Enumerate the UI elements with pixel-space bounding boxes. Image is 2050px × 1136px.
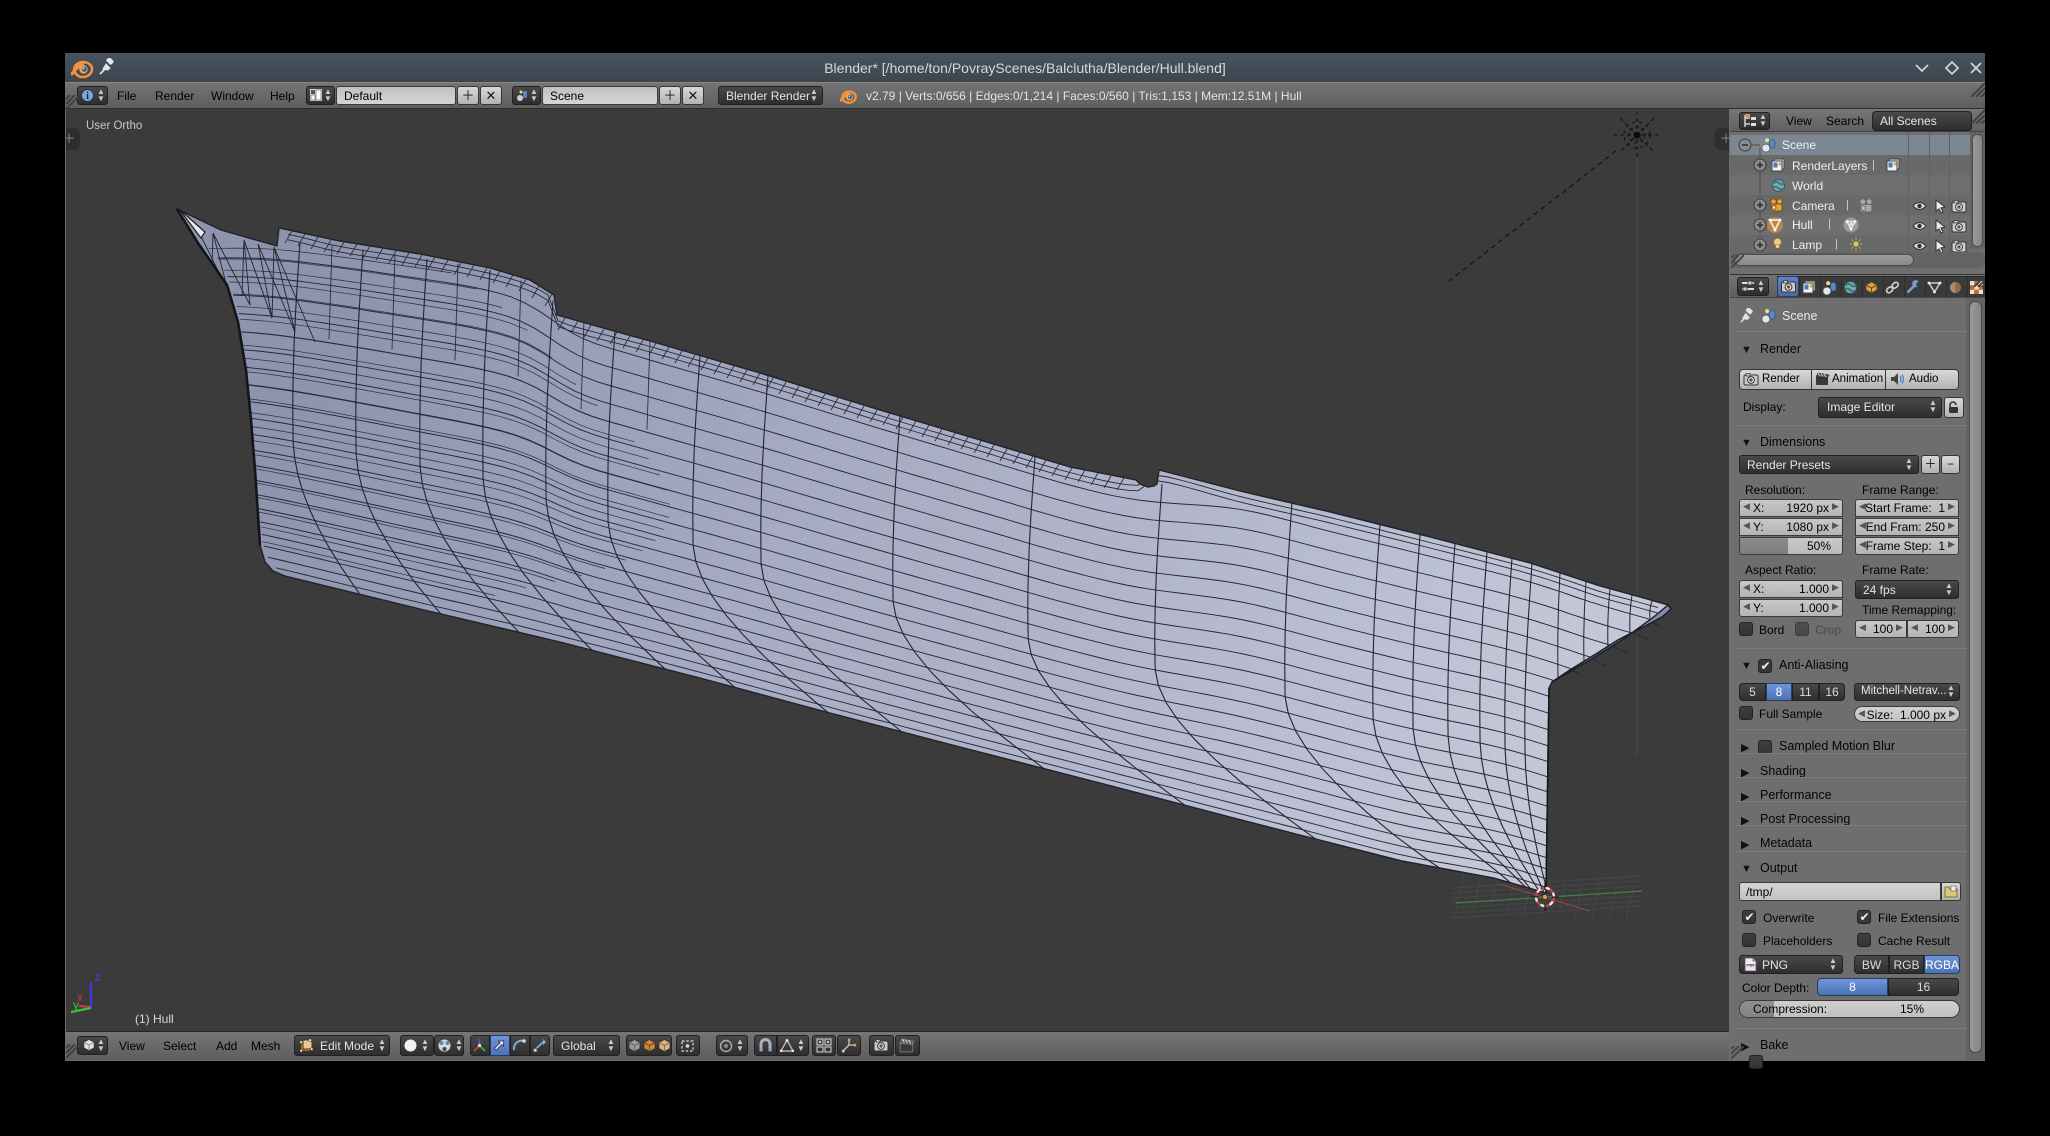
svg-text:i: i xyxy=(86,91,89,102)
svg-text:y: y xyxy=(73,998,79,1012)
svg-text:z: z xyxy=(95,970,101,984)
